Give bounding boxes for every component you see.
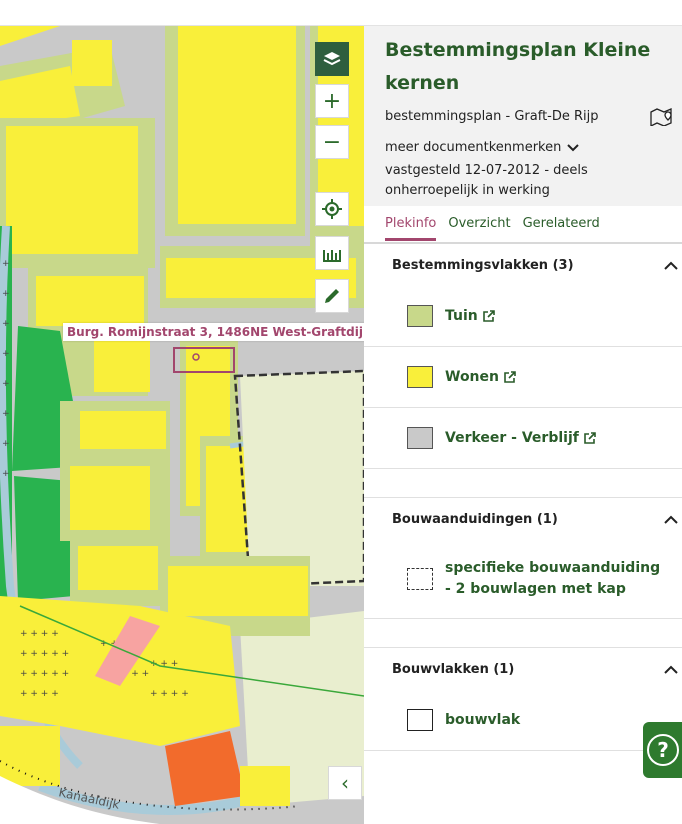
collapse-panel-button[interactable]: ‹ xyxy=(328,766,362,800)
minus-icon: − xyxy=(322,129,342,155)
color-swatch xyxy=(407,427,433,449)
pencil-icon xyxy=(325,289,339,303)
section-header[interactable]: Bouwaanduidingen (1) xyxy=(364,498,682,540)
section-spacer xyxy=(364,469,682,498)
tab-gerelateerd[interactable]: Gerelateerd xyxy=(523,207,600,241)
color-swatch xyxy=(407,709,433,731)
address-label: Burg. Romijnstraat 3, 1486NE West-Graftd… xyxy=(63,323,364,341)
plus-icon: + xyxy=(322,88,342,114)
panel-tabs: Plekinfo Overzicht Gerelateerd xyxy=(364,206,682,244)
item-label: Tuin xyxy=(445,308,478,324)
layers-button[interactable] xyxy=(315,42,349,76)
section-bouwaanduidingen: Bouwaanduidingen (1) specifieke bouwaand… xyxy=(364,498,682,648)
map-canvas[interactable]: + + + + + + + + + + + + + + + + + + + + + … xyxy=(0,26,364,824)
chevron-up-icon xyxy=(664,515,678,524)
meta-link-label: meer documentkenmerken xyxy=(385,140,562,155)
svg-text:+ + + +: + + + + xyxy=(150,689,189,699)
item-label: bouwvlak xyxy=(445,712,521,728)
measure-button[interactable] xyxy=(315,236,349,270)
zoom-in-button[interactable]: + xyxy=(315,84,349,118)
help-icon: ? xyxy=(647,734,679,766)
section-bouwvlakken: Bouwvlakken (1) bouwvlak xyxy=(364,648,682,751)
section-title: Bouwaanduidingen (1) xyxy=(392,511,558,527)
list-item[interactable]: bouwvlak xyxy=(364,690,682,751)
tab-overzicht[interactable]: Overzicht xyxy=(448,207,510,241)
plan-status: vastgesteld 12-07-2012 - deels onherroep… xyxy=(385,163,588,198)
svg-text:+: + xyxy=(2,409,10,419)
item-label: Verkeer - Verblijf xyxy=(445,430,579,446)
plan-subtitle: bestemmingsplan - Graft-De Rijp xyxy=(385,108,599,124)
help-button[interactable]: ? xyxy=(643,722,682,778)
svg-text:+: + xyxy=(2,259,10,269)
plan-title: Bestemmingsplan Kleine kernen xyxy=(385,39,651,94)
section-header[interactable]: Bestemmingsvlakken (3) xyxy=(364,244,682,286)
external-link-icon xyxy=(504,370,516,383)
color-swatch xyxy=(407,568,433,590)
chevron-up-icon xyxy=(664,261,678,270)
external-link-icon xyxy=(584,431,596,444)
svg-text:+ + + + +: + + + + + xyxy=(20,649,69,659)
svg-text:+ + + +: + + + + xyxy=(20,629,59,639)
svg-text:+: + xyxy=(2,349,10,359)
info-panel: Bestemmingsplan Kleine kernen bestemming… xyxy=(364,26,682,824)
list-item[interactable]: Wonen xyxy=(364,347,682,408)
top-bar xyxy=(0,0,682,26)
chevron-left-icon: ‹ xyxy=(341,771,349,795)
panel-header: Bestemmingsplan Kleine kernen bestemming… xyxy=(364,26,682,206)
svg-text:+: + xyxy=(2,469,10,479)
list-item[interactable]: specifieke bouwaanduiding - 2 bouwlagen … xyxy=(364,540,682,619)
chevron-up-icon xyxy=(664,665,678,674)
section-bestemmingsvlakken: Bestemmingsvlakken (3) Tuin Wonen Verkee… xyxy=(364,244,682,498)
list-item[interactable]: Verkeer - Verblijf xyxy=(364,408,682,469)
section-title: Bouwvlakken (1) xyxy=(392,661,515,677)
tab-plekinfo[interactable]: Plekinfo xyxy=(385,207,437,241)
more-document-features-link[interactable]: meer documentkenmerken xyxy=(385,140,672,155)
section-header[interactable]: Bouwvlakken (1) xyxy=(364,648,682,690)
color-swatch xyxy=(407,305,433,327)
chevron-down-icon xyxy=(567,143,580,151)
color-swatch xyxy=(407,366,433,388)
svg-text:+: + xyxy=(2,289,10,299)
list-item[interactable]: Tuin xyxy=(364,286,682,347)
crosshair-icon xyxy=(322,199,342,219)
svg-text:+: + xyxy=(2,439,10,449)
item-label: Wonen xyxy=(445,369,499,385)
section-title: Bestemmingsvlakken (3) xyxy=(392,257,574,273)
item-label: specifieke bouwaanduiding - 2 bouwlagen … xyxy=(445,560,661,597)
ruler-icon xyxy=(323,250,341,262)
locate-button[interactable] xyxy=(315,192,349,226)
external-link-icon xyxy=(482,309,495,322)
zoom-out-button[interactable]: − xyxy=(315,125,349,159)
svg-text:+: + xyxy=(2,379,10,389)
map-pin-icon[interactable] xyxy=(650,106,672,126)
draw-button[interactable] xyxy=(315,279,349,313)
section-spacer xyxy=(364,619,682,648)
svg-text:+ + + +: + + + + xyxy=(20,689,59,699)
svg-text:+ + + + +: + + + + + xyxy=(20,669,69,679)
svg-text:+: + xyxy=(2,319,10,329)
layers-icon xyxy=(323,52,341,66)
